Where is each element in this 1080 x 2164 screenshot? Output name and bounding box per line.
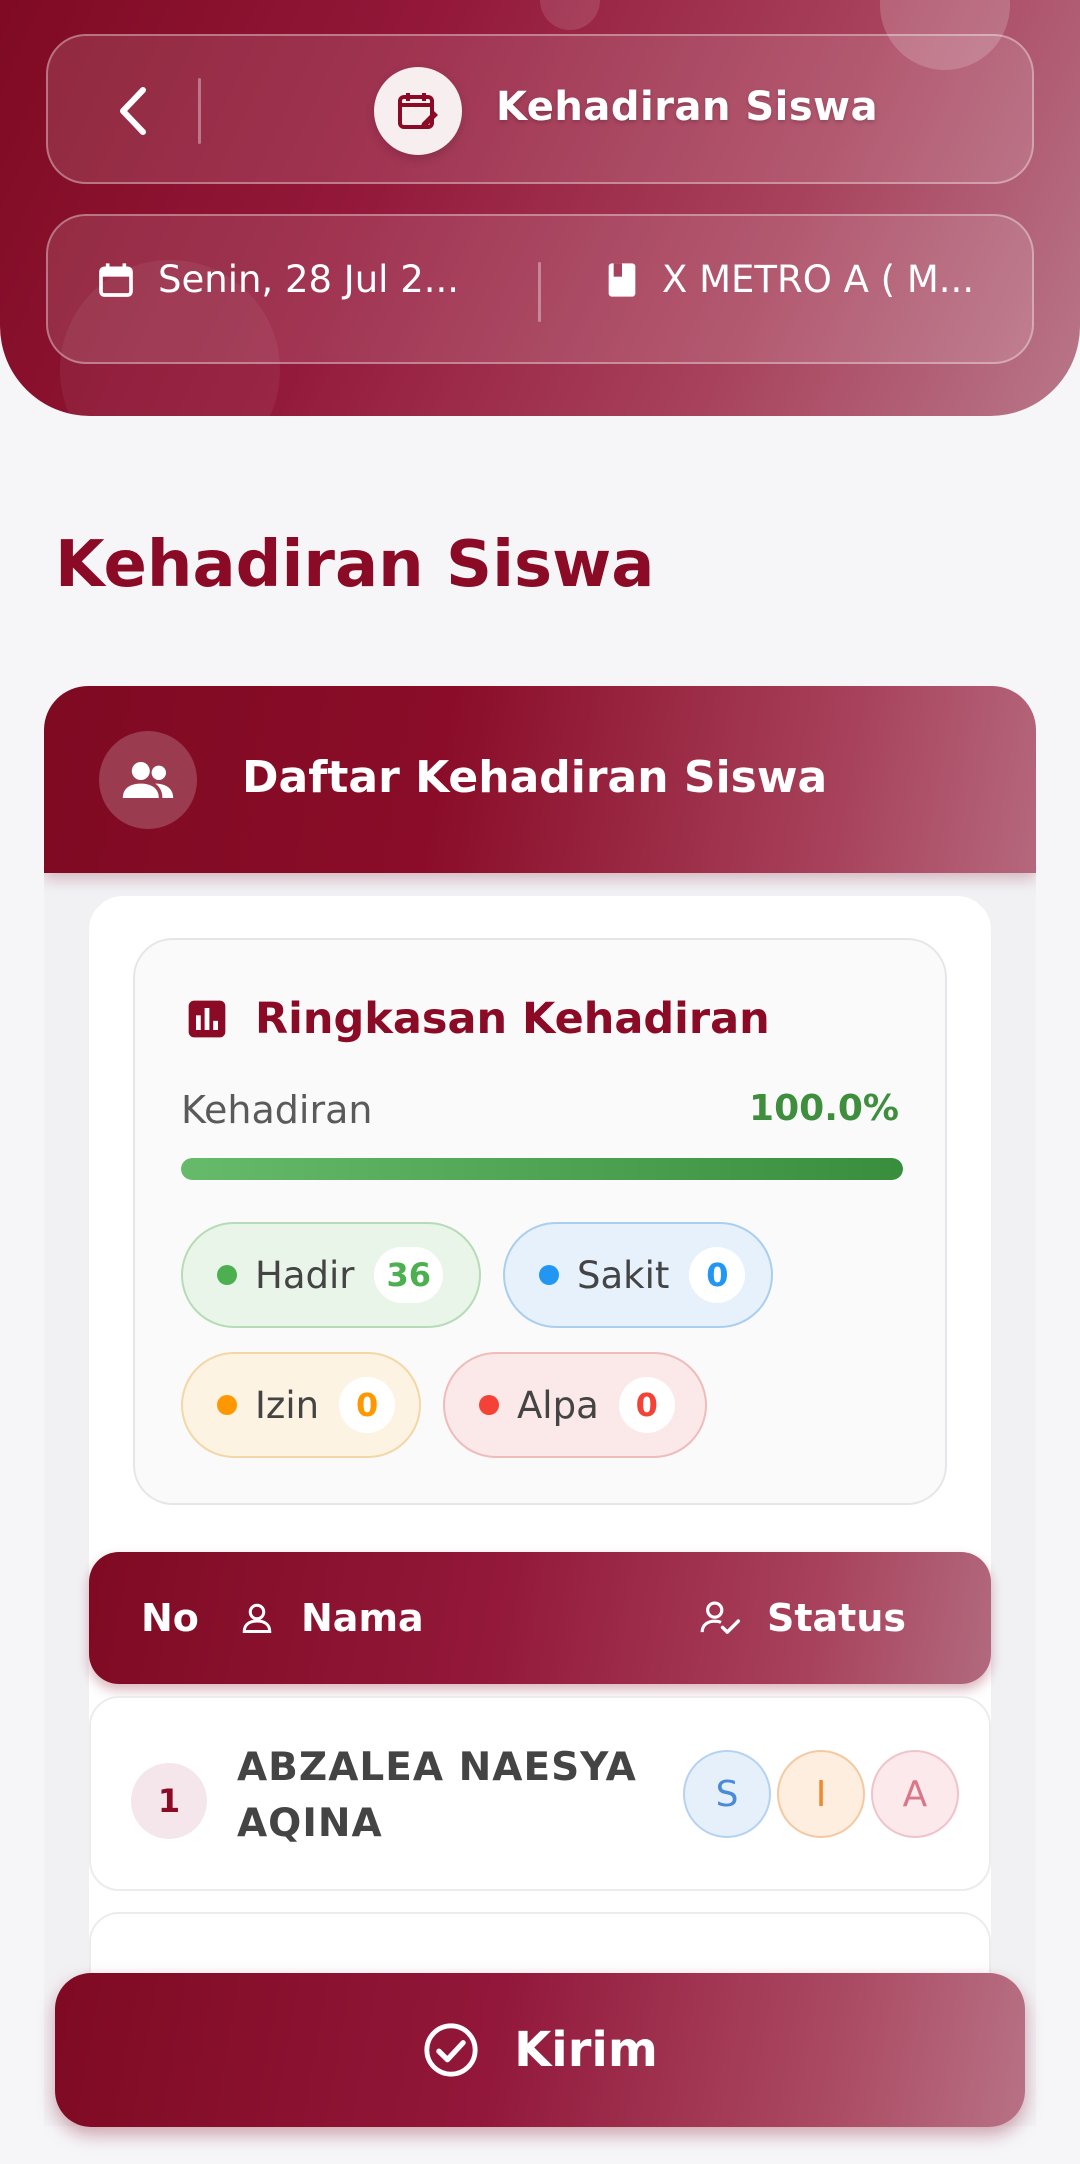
attendance-summary: Ringkasan Kehadiran Kehadiran 100.0% Had…: [133, 938, 947, 1505]
column-status-label: Status: [767, 1596, 907, 1640]
divider: [198, 78, 201, 144]
header-hero: Kehadiran Siswa Senin, 28 Jul 2... X MET…: [0, 0, 1080, 416]
stat-hadir: Hadir 36: [181, 1222, 481, 1328]
class-value: X METRO A ( M...: [662, 258, 975, 301]
attendance-percentage: 100.0%: [749, 1088, 899, 1129]
stat-label: Izin: [255, 1383, 320, 1427]
stat-sakit: Sakit 0: [503, 1222, 773, 1328]
attendance-card: Daftar Kehadiran Siswa Ringkasan Kehadir…: [44, 686, 1036, 2126]
stat-count: 0: [689, 1247, 746, 1303]
date-value: Senin, 28 Jul 2...: [158, 258, 460, 301]
calendar-icon: [99, 262, 133, 297]
column-no: No: [141, 1596, 199, 1640]
student-name: ABZALEA NAESYA AQINA: [237, 1745, 637, 1846]
card-header: Daftar Kehadiran Siswa: [44, 686, 1036, 873]
table-header: No Nama Status: [89, 1552, 991, 1684]
stat-label: Alpa: [517, 1383, 599, 1427]
submit-button[interactable]: Kirim: [55, 1973, 1025, 2127]
summary-header: Ringkasan Kehadiran: [185, 994, 770, 1044]
status-dot: [217, 1395, 237, 1415]
column-name-label: Nama: [301, 1596, 424, 1640]
stat-label: Hadir: [255, 1253, 355, 1297]
date-selector[interactable]: Senin, 28 Jul 2...: [96, 258, 459, 301]
bar-chart-icon: [188, 1000, 226, 1038]
attendance-progress-fill: [181, 1158, 903, 1180]
class-selector[interactable]: X METRO A ( M...: [604, 258, 974, 301]
info-bar: Senin, 28 Jul 2... X METRO A ( M...: [46, 214, 1034, 364]
status-sakit-button[interactable]: S: [683, 1750, 771, 1838]
book-icon: [608, 262, 636, 297]
header-title: Kehadiran Siswa: [496, 84, 879, 130]
status-dot: [217, 1265, 237, 1285]
check-circle-icon: [424, 2023, 478, 2077]
stat-izin: Izin 0: [181, 1352, 421, 1458]
user-icon: [242, 1603, 272, 1633]
status-alpa-button[interactable]: A: [871, 1750, 959, 1838]
status-izin-button[interactable]: I: [777, 1750, 865, 1838]
title-bar: Kehadiran Siswa: [46, 34, 1034, 184]
divider: [538, 262, 541, 322]
attendance-screen: Kehadiran Siswa Senin, 28 Jul 2... X MET…: [0, 0, 1080, 2164]
stat-label: Sakit: [577, 1253, 670, 1297]
table-row: 1 ABZALEA NAESYA AQINA S I A: [89, 1696, 991, 1891]
summary-title: Ringkasan Kehadiran: [255, 994, 770, 1044]
user-check-icon: [700, 1601, 741, 1634]
attendance-progress-bar: [181, 1158, 903, 1180]
status-dot: [479, 1395, 499, 1415]
stat-count: 36: [374, 1247, 444, 1303]
stat-count: 0: [618, 1377, 675, 1433]
status-dot: [539, 1265, 559, 1285]
column-name: Nama: [239, 1596, 424, 1640]
chevron-left-icon: [120, 87, 146, 135]
row-number: 1: [131, 1763, 207, 1839]
card-title: Daftar Kehadiran Siswa: [242, 752, 828, 803]
attendance-label: Kehadiran: [181, 1088, 373, 1132]
users-icon: [99, 731, 197, 829]
stat-alpa: Alpa 0: [443, 1352, 707, 1458]
submit-label: Kirim: [514, 2022, 658, 2078]
card-body: Ringkasan Kehadiran Kehadiran 100.0% Had…: [89, 896, 991, 2126]
back-button[interactable]: [98, 76, 168, 146]
stat-count: 0: [339, 1377, 396, 1433]
column-status: Status: [699, 1596, 906, 1640]
page-title: Kehadiran Siswa: [55, 528, 655, 602]
calendar-edit-icon: [374, 67, 462, 155]
